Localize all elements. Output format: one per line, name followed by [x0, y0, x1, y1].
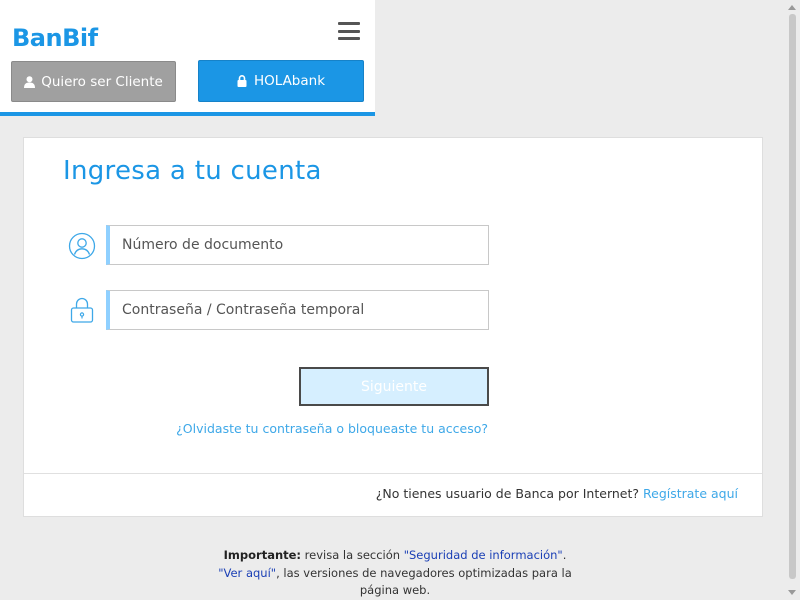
holabank-label: HOLAbank — [253, 73, 326, 89]
scroll-thumb[interactable] — [789, 14, 796, 579]
document-number-input[interactable] — [110, 226, 488, 264]
forgot-password-link[interactable]: ¿Olvidaste tu contraseña o bloqueaste tu… — [176, 421, 488, 436]
scroll-down-arrow-icon[interactable] — [788, 590, 796, 595]
card-divider — [24, 473, 762, 474]
holabank-button[interactable]: HOLAbank — [198, 60, 364, 102]
top-header: BanBif Quiero ser Cliente HOLAbank — [0, 0, 375, 116]
security-info-link[interactable]: "Seguridad de información" — [404, 548, 563, 562]
vertical-scrollbar[interactable] — [785, 0, 800, 600]
padlock-outline-icon — [68, 296, 96, 324]
no-user-text: ¿No tienes usuario de Banca por Internet… — [375, 486, 640, 501]
quiero-ser-cliente-button[interactable]: Quiero ser Cliente — [11, 61, 176, 102]
scroll-up-arrow-icon[interactable] — [788, 5, 796, 10]
login-title: Ingresa a tu cuenta — [63, 156, 322, 186]
document-number-field[interactable] — [106, 225, 489, 265]
quiero-ser-cliente-label: Quiero ser Cliente — [41, 73, 163, 90]
footer-note: Importante: revisa la sección "Seguridad… — [200, 547, 590, 600]
ver-aqui-link[interactable]: "Ver aquí" — [218, 566, 276, 580]
hamburger-menu-icon[interactable] — [338, 22, 360, 40]
register-row: ¿No tienes usuario de Banca por Internet… — [376, 486, 738, 501]
footer-text-1: revisa la sección — [301, 548, 404, 562]
important-label: Importante: — [223, 548, 302, 562]
user-icon — [24, 75, 36, 88]
footer-text-2: . — [562, 548, 567, 562]
footer-text-3: , las versiones de navegadores optimizad… — [276, 565, 572, 598]
lock-icon — [237, 75, 248, 87]
siguiente-button[interactable]: Siguiente — [299, 367, 489, 406]
password-field[interactable] — [106, 290, 489, 330]
login-card: Ingresa a tu cuenta Siguiente ¿Olvidaste… — [23, 137, 763, 517]
banbif-logo[interactable]: BanBif — [12, 24, 98, 52]
register-link[interactable]: Regístrate aquí — [643, 486, 738, 501]
password-input[interactable] — [110, 291, 488, 329]
user-outline-icon — [68, 232, 96, 260]
